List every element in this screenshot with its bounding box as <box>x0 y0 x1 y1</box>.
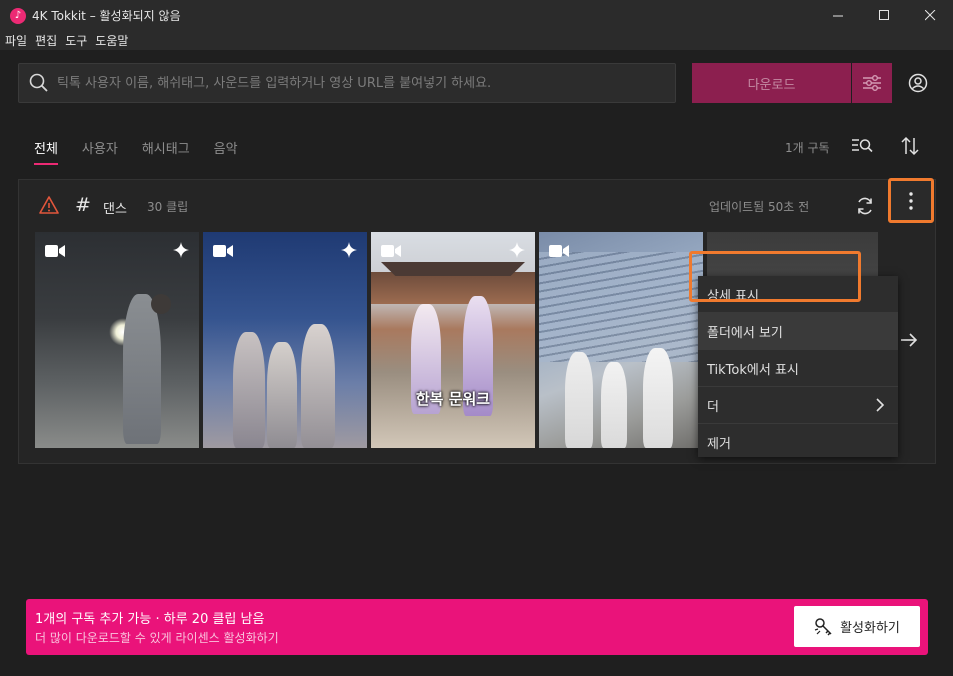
sparkle-icon <box>509 242 525 258</box>
menu-bar: 파일 편집 도구 도움말 <box>0 31 953 50</box>
activation-banner: 1개의 구독 추가 가능 · 하루 20 클립 남음 더 많이 다운로드할 수 … <box>26 599 928 655</box>
menu-item-label: 폴더에서 보기 <box>707 325 783 341</box>
video-icon <box>213 245 233 257</box>
close-icon <box>924 10 935 21</box>
highlight-box <box>689 251 861 302</box>
video-icon <box>45 245 65 257</box>
title-bar: ♪ 4K Tokkit – 활성화되지 않음 <box>0 0 953 31</box>
menu-show-on-tiktok[interactable]: TikTok에서 표시 <box>698 350 898 387</box>
video-thumbnail[interactable]: 한복 문워크 <box>371 232 535 448</box>
context-menu: 상세 표시 폴더에서 보기 TikTok에서 표시 더 제거 <box>698 276 898 457</box>
subscription-title: 댄스 <box>103 202 127 217</box>
more-options-button[interactable] <box>888 178 934 223</box>
tab-hashtags[interactable]: 해시태그 <box>142 138 190 165</box>
activate-button[interactable]: 활성화하기 <box>794 606 920 647</box>
video-icon <box>381 245 401 257</box>
minimize-icon <box>832 15 843 17</box>
search-input[interactable] <box>49 75 675 91</box>
sliders-icon <box>863 75 881 91</box>
video-icon <box>549 245 569 257</box>
search-icon <box>29 73 49 93</box>
menu-edit[interactable]: 편집 <box>31 32 61 49</box>
search-box[interactable] <box>18 63 676 103</box>
chevron-right-icon <box>876 398 885 412</box>
warning-icon <box>39 196 59 214</box>
hashtag-icon: # <box>75 194 91 216</box>
banner-primary-text: 1개의 구독 추가 가능 · 하루 20 클립 남음 <box>35 612 265 627</box>
menu-item-label: TikTok에서 표시 <box>707 362 799 378</box>
filter-tabs: 전체 사용자 해시태그 음악 <box>34 138 262 165</box>
account-icon <box>908 73 928 93</box>
banner-secondary-text: 더 많이 다운로드할 수 있게 라이센스 활성화하기 <box>35 631 279 645</box>
minimize-button[interactable] <box>815 0 861 31</box>
window-controls <box>815 0 953 31</box>
list-search-icon[interactable] <box>850 136 874 156</box>
app-logo-icon: ♪ <box>10 7 26 24</box>
download-button[interactable]: 다운로드 <box>692 63 851 103</box>
close-button[interactable] <box>907 0 953 31</box>
thumbnail-caption: 한복 문워크 <box>415 390 491 408</box>
more-vertical-icon <box>909 191 913 210</box>
menu-more[interactable]: 더 <box>698 387 898 424</box>
tab-users[interactable]: 사용자 <box>82 138 118 165</box>
video-thumbnail[interactable] <box>539 232 703 448</box>
refresh-icon[interactable] <box>855 196 875 216</box>
sort-icon[interactable] <box>898 135 922 157</box>
arrow-right-icon[interactable] <box>899 330 919 350</box>
sparkle-icon <box>173 242 189 258</box>
download-settings-button[interactable] <box>852 63 892 103</box>
menu-remove[interactable]: 제거 <box>698 424 898 461</box>
subscription-count: 1개 구독 <box>785 141 830 155</box>
activate-label: 활성화하기 <box>840 621 900 636</box>
video-thumbnail[interactable] <box>35 232 199 448</box>
window-title: 4K Tokkit – 활성화되지 않음 <box>32 9 181 23</box>
maximize-icon <box>878 10 889 20</box>
tab-all[interactable]: 전체 <box>34 138 58 165</box>
menu-item-label: 제거 <box>707 437 731 452</box>
account-button[interactable] <box>905 70 931 96</box>
video-thumbnail[interactable] <box>203 232 367 448</box>
tab-music[interactable]: 음악 <box>214 138 238 165</box>
key-icon <box>814 617 832 636</box>
menu-tools[interactable]: 도구 <box>61 32 91 49</box>
menu-item-label: 더 <box>707 399 719 415</box>
main-area: 다운로드 전체 사용자 해시태그 음악 1개 구독 <box>0 50 953 676</box>
menu-file[interactable]: 파일 <box>0 32 31 49</box>
sparkle-icon <box>341 242 357 258</box>
menu-show-in-folder[interactable]: 폴더에서 보기 <box>698 313 898 350</box>
clip-count: 30 클립 <box>147 200 189 214</box>
maximize-button[interactable] <box>861 0 907 31</box>
updated-time: 업데이트됨 50초 전 <box>709 200 810 214</box>
menu-help[interactable]: 도움말 <box>91 32 132 49</box>
